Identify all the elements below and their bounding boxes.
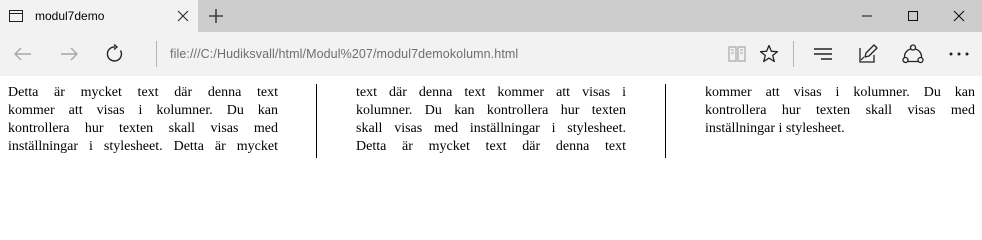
forward-button[interactable] [46, 32, 92, 76]
tab-modul7demo[interactable]: modul7demo [0, 0, 198, 32]
star-icon [759, 44, 779, 63]
toolbar-separator-right [793, 41, 794, 67]
column-line: text där denna text kommer att visas i [356, 85, 626, 100]
maximize-button[interactable] [890, 0, 936, 32]
close-window-button[interactable] [936, 0, 982, 32]
address-url: file:///C:/Hudiksvall/html/Modul%207/mod… [170, 47, 519, 61]
close-icon[interactable] [174, 7, 192, 25]
new-tab-button[interactable] [200, 0, 232, 32]
window-icon [8, 8, 24, 24]
title-bar: modul7demo [0, 0, 982, 32]
column-line: kommer att visas i kolumner. Du kan [705, 85, 975, 100]
column-line: inställningar i stylesheet. [705, 121, 845, 136]
toolbar-separator [156, 41, 157, 67]
page-content: Detta är mycket text där denna text komm… [0, 76, 982, 211]
reading-view-button[interactable] [721, 32, 753, 76]
share-icon [902, 44, 924, 64]
hub-icon [814, 48, 832, 60]
column-line: kontrollera hur texten skall visas med [8, 121, 278, 136]
column-rule-1 [316, 84, 317, 158]
column-line: skall visas med inställningar i styleshe… [356, 121, 626, 136]
pen-icon [859, 44, 878, 63]
refresh-button[interactable] [92, 32, 138, 76]
window-controls [844, 0, 982, 32]
forward-arrow-icon [61, 47, 78, 61]
more-icon [949, 52, 969, 56]
web-note-button[interactable] [846, 32, 890, 76]
book-icon [728, 46, 746, 62]
column-1: Detta är mycket text där denna text komm… [8, 84, 278, 156]
back-arrow-icon [14, 47, 31, 61]
column-rule-2 [665, 84, 666, 158]
column-line: inställningar i stylesheet. Detta är myc… [8, 139, 278, 154]
hub-button[interactable] [800, 32, 846, 76]
column-line: kontrollera hur texten skall visas med [705, 103, 975, 118]
more-button[interactable] [936, 32, 982, 76]
refresh-icon [106, 44, 123, 62]
favorite-button[interactable] [753, 32, 785, 76]
column-line: kommer att visas i kolumner. Du kan [8, 103, 278, 118]
column-3: kommer att visas i kolumner. Du kan kont… [705, 84, 975, 138]
column-2: text där denna text kommer att visas i k… [356, 84, 626, 156]
close-window-icon [953, 10, 965, 22]
navigation-toolbar: file:///C:/Hudiksvall/html/Modul%207/mod… [0, 32, 982, 76]
maximize-icon [908, 11, 918, 21]
minimize-button[interactable] [844, 0, 890, 32]
share-button[interactable] [890, 32, 936, 76]
toolbar-actions [721, 32, 982, 76]
minimize-icon [862, 15, 872, 17]
address-bar[interactable]: file:///C:/Hudiksvall/html/Modul%207/mod… [170, 32, 518, 76]
back-button[interactable] [0, 32, 46, 76]
column-line: Detta är mycket text där denna text [8, 85, 278, 100]
column-line: Detta är mycket text där denna text [356, 139, 626, 154]
tab-title: modul7demo [35, 9, 105, 23]
column-line: kolumner. Du kan kontrollera hur texten [356, 103, 626, 118]
plus-icon [209, 9, 223, 23]
